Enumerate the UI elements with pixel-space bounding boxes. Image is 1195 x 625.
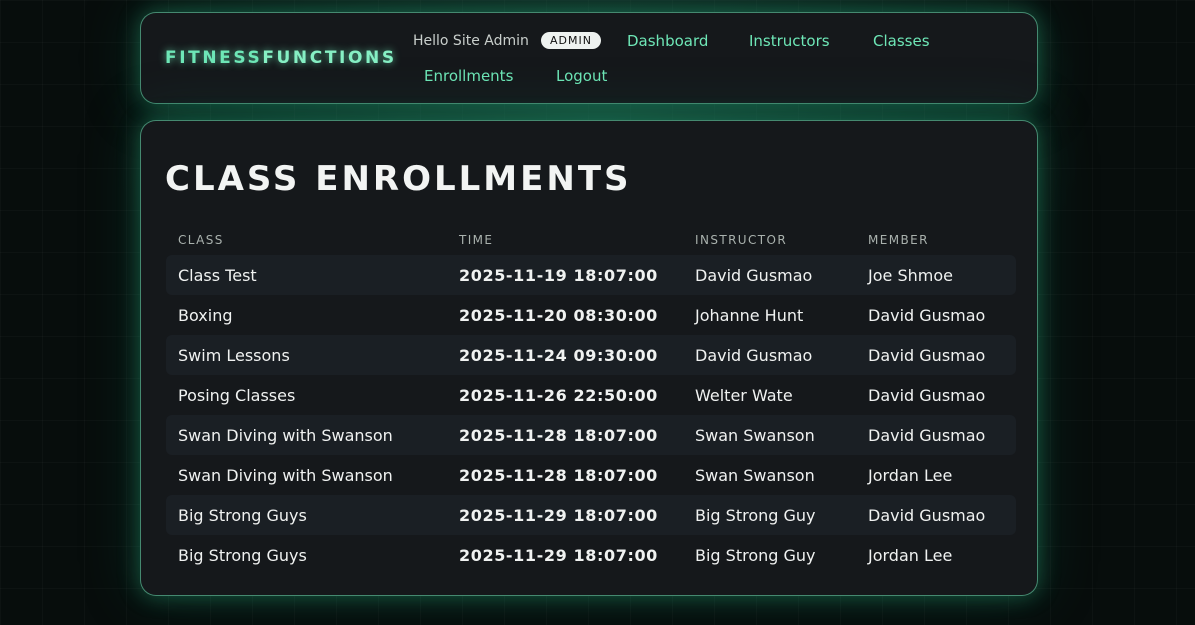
cell-instructor: Swan Swanson bbox=[683, 415, 856, 455]
cell-class: Boxing bbox=[178, 305, 233, 325]
column-header-instructor: INSTRUCTOR bbox=[695, 233, 788, 247]
nav-link-enrollments[interactable]: Enrollments bbox=[424, 67, 513, 85]
column-header-class: CLASS bbox=[178, 233, 224, 247]
column-header-time: TIME bbox=[459, 233, 494, 247]
table-row: Big Strong Guys 2025-11-29 18:07:00 Big … bbox=[166, 495, 1016, 535]
cell-time: 2025-11-28 18:07:00 bbox=[459, 465, 658, 485]
role-badge: ADMIN bbox=[541, 32, 601, 49]
cell-time: 2025-11-28 18:07:00 bbox=[447, 415, 683, 455]
nav-link-classes[interactable]: Classes bbox=[873, 32, 930, 50]
cell-class: Swan Diving with Swanson bbox=[178, 465, 393, 485]
enrollments-table: CLASS TIME INSTRUCTOR MEMBER Class Test … bbox=[166, 225, 1016, 575]
cell-instructor: David Gusmao bbox=[683, 335, 856, 375]
nav-link-instructors[interactable]: Instructors bbox=[749, 32, 830, 50]
cell-time: 2025-11-20 08:30:00 bbox=[459, 305, 658, 325]
cell-instructor: Welter Wate bbox=[695, 385, 793, 405]
nav-link-dashboard[interactable]: Dashboard bbox=[627, 32, 708, 50]
cell-instructor: Swan Swanson bbox=[695, 465, 815, 485]
table-row: Swan Diving with Swanson 2025-11-28 18:0… bbox=[166, 455, 1016, 495]
table-row: Swim Lessons 2025-11-24 09:30:00 David G… bbox=[166, 335, 1016, 375]
cell-time: 2025-11-19 18:07:00 bbox=[447, 255, 683, 295]
table-header-row: CLASS TIME INSTRUCTOR MEMBER bbox=[166, 225, 1016, 255]
table-row: Swan Diving with Swanson 2025-11-28 18:0… bbox=[166, 415, 1016, 455]
table-row: Class Test 2025-11-19 18:07:00 David Gus… bbox=[166, 255, 1016, 295]
cell-class: Posing Classes bbox=[178, 385, 296, 405]
cell-time: 2025-11-29 18:07:00 bbox=[447, 495, 683, 535]
brand-logo[interactable]: FITNESSFUNCTIONS bbox=[165, 48, 397, 68]
column-header-member: MEMBER bbox=[868, 233, 929, 247]
cell-time: 2025-11-26 22:50:00 bbox=[459, 385, 658, 405]
greeting-text: Hello Site Admin bbox=[413, 33, 529, 49]
cell-class: Swim Lessons bbox=[166, 335, 447, 375]
cell-member: David Gusmao bbox=[868, 385, 986, 405]
cell-instructor: Big Strong Guy bbox=[683, 495, 856, 535]
cell-instructor: Johanne Hunt bbox=[695, 305, 804, 325]
enrollments-panel: CLASS ENROLLMENTS CLASS TIME INSTRUCTOR … bbox=[140, 120, 1038, 596]
cell-member: Jordan Lee bbox=[868, 465, 953, 485]
cell-time: 2025-11-29 18:07:00 bbox=[459, 545, 658, 565]
cell-instructor: Big Strong Guy bbox=[695, 545, 816, 565]
cell-instructor: David Gusmao bbox=[683, 255, 856, 295]
table-row: Posing Classes 2025-11-26 22:50:00 Welte… bbox=[166, 375, 1016, 415]
cell-member: David Gusmao bbox=[856, 415, 1016, 455]
top-navbar: FITNESSFUNCTIONS Hello Site Admin ADMIN … bbox=[140, 12, 1038, 104]
table-row: Boxing 2025-11-20 08:30:00 Johanne Hunt … bbox=[166, 295, 1016, 335]
cell-class: Swan Diving with Swanson bbox=[166, 415, 447, 455]
cell-time: 2025-11-24 09:30:00 bbox=[447, 335, 683, 375]
cell-class: Class Test bbox=[166, 255, 447, 295]
cell-member: Jordan Lee bbox=[868, 545, 953, 565]
nav-link-logout[interactable]: Logout bbox=[556, 67, 607, 85]
brand-word-fitness: FITNESS bbox=[165, 48, 263, 68]
cell-class: Big Strong Guys bbox=[178, 545, 307, 565]
brand-word-functions: FUNCTIONS bbox=[262, 48, 397, 68]
page-title: CLASS ENROLLMENTS bbox=[165, 159, 632, 199]
cell-member: David Gusmao bbox=[868, 305, 986, 325]
table-row: Big Strong Guys 2025-11-29 18:07:00 Big … bbox=[166, 535, 1016, 575]
cell-member: David Gusmao bbox=[856, 335, 1016, 375]
cell-class: Big Strong Guys bbox=[166, 495, 447, 535]
cell-member: David Gusmao bbox=[856, 495, 1016, 535]
cell-member: Joe Shmoe bbox=[856, 255, 1016, 295]
